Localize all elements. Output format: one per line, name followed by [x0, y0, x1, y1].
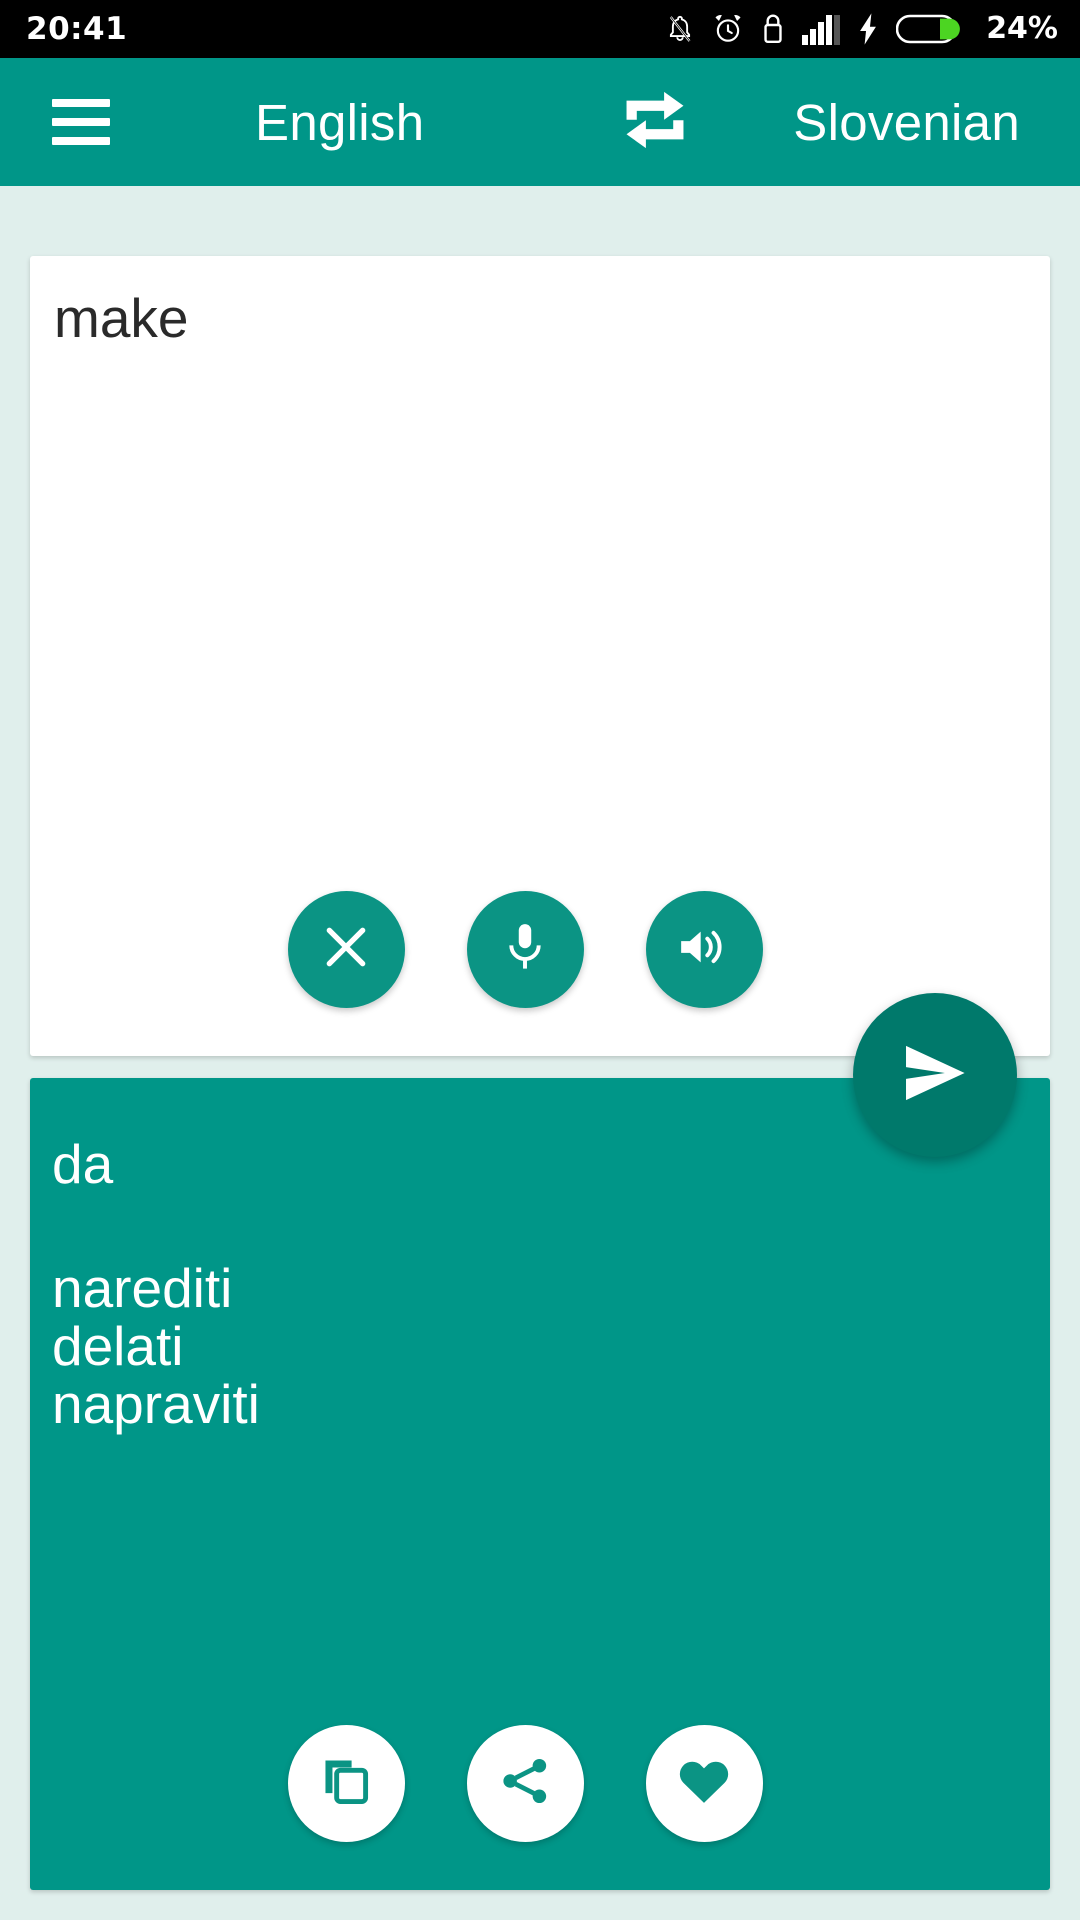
- alarm-icon: [712, 12, 744, 46]
- translation-result-card: da narediti delati napraviti: [30, 1078, 1050, 1890]
- translation-alternative: delati: [52, 1315, 184, 1378]
- voice-input-button[interactable]: [466, 891, 584, 1008]
- status-time: 20:41: [26, 10, 128, 47]
- source-language-selector[interactable]: English: [255, 58, 424, 186]
- copy-icon: [318, 1753, 374, 1814]
- microphone-icon: [500, 920, 550, 979]
- source-action-bar: [30, 891, 1050, 1008]
- translation-alternative: narediti: [52, 1256, 233, 1319]
- charging-bolt-icon: [857, 12, 879, 46]
- source-text-input[interactable]: make: [54, 284, 1026, 353]
- copy-button[interactable]: [287, 1725, 405, 1842]
- source-language-label: English: [255, 93, 425, 151]
- swap-languages-icon: [618, 83, 692, 162]
- app-bar: English Slovenian: [0, 58, 1080, 186]
- heart-icon: [676, 1754, 732, 1813]
- translate-send-button[interactable]: [853, 993, 1017, 1157]
- battery-icon: [896, 13, 962, 45]
- notifications-off-icon: [665, 12, 695, 46]
- status-icon-tray: 24%: [665, 12, 1058, 46]
- target-language-selector[interactable]: Slovenian: [793, 58, 1020, 186]
- speaker-icon: [677, 922, 731, 977]
- signal-icon: [802, 13, 841, 45]
- hamburger-menu-icon[interactable]: [52, 99, 110, 145]
- favorite-button[interactable]: [645, 1725, 763, 1842]
- usb-lock-icon: [761, 12, 785, 46]
- battery-percent: 24%: [986, 11, 1058, 46]
- source-text-card: make: [30, 256, 1050, 1056]
- clear-button[interactable]: [287, 891, 405, 1008]
- send-icon: [898, 1036, 972, 1115]
- translation-action-bar: [30, 1725, 1050, 1842]
- translation-alternative: napraviti: [52, 1373, 260, 1436]
- translation-alternatives: narediti delati napraviti: [52, 1256, 1026, 1436]
- status-bar: 20:41 24%: [0, 0, 1080, 58]
- translation-text-block: da narediti delati napraviti: [52, 1130, 1026, 1434]
- target-language-label: Slovenian: [793, 93, 1020, 151]
- share-button[interactable]: [466, 1725, 584, 1842]
- swap-languages-button[interactable]: [595, 58, 715, 186]
- close-icon: [319, 920, 373, 979]
- share-icon: [498, 1754, 552, 1813]
- speak-source-button[interactable]: [645, 891, 763, 1008]
- translation-primary: da: [52, 1133, 114, 1195]
